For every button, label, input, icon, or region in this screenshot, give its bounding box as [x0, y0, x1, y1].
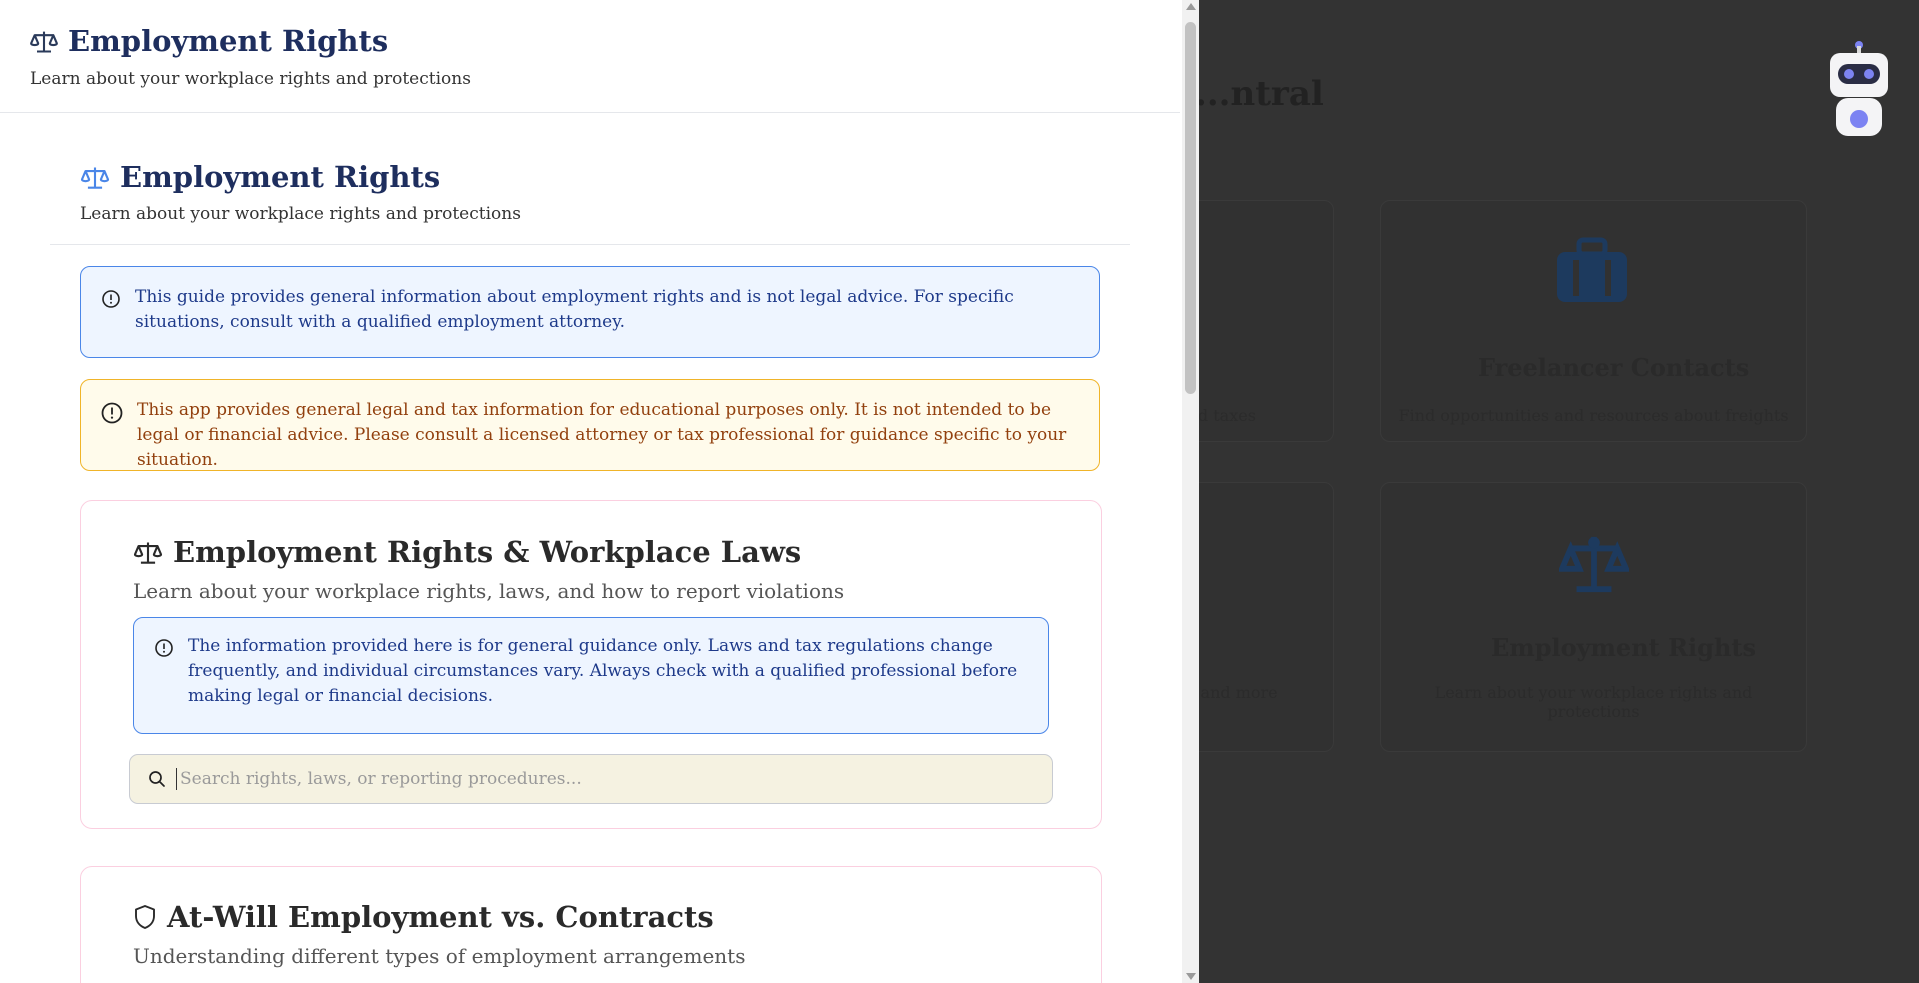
scroll-down-arrow-icon[interactable]: [1186, 973, 1196, 980]
section-subtitle: Learn about your workplace rights, laws,…: [133, 579, 845, 603]
background-card-desc: Find opportunities and resources about f…: [1398, 406, 1789, 425]
text-caret: [176, 768, 177, 790]
scrollbar-thumb[interactable]: [1185, 22, 1196, 394]
employment-rights-drawer: Employment Rights Learn about your workp…: [0, 0, 1199, 983]
drawer-scrollbar[interactable]: [1182, 0, 1199, 983]
info-alert-text: This guide provides general information …: [135, 287, 1014, 332]
search-input[interactable]: [178, 768, 1002, 790]
briefcase-icon: [1557, 237, 1627, 302]
background-card-desc: Learn about your workplace rights and pr…: [1434, 683, 1753, 721]
section-title: At-Will Employment vs. Contracts: [133, 900, 714, 934]
scale-icon: [80, 167, 110, 189]
warning-alert-text: This app provides general legal and tax …: [137, 400, 1067, 470]
info-circle-icon: [155, 639, 173, 657]
page-title: Employment Rights: [80, 160, 440, 194]
drawer-header: Employment Rights Learn about your workp…: [0, 0, 1180, 113]
background-card-title: Freelancer Contacts: [1478, 353, 1750, 382]
scale-icon: [30, 31, 58, 53]
drawer-title-text: Employment Rights: [68, 24, 389, 58]
section-card-workplace-laws: Employment Rights & Workplace Laws Learn…: [80, 500, 1102, 829]
info-circle-icon: [102, 290, 120, 308]
search-icon: [149, 771, 165, 787]
alert-circle-icon: [101, 402, 123, 424]
assistant-robot-icon[interactable]: [1828, 40, 1890, 140]
shield-icon: [135, 905, 155, 929]
scale-icon: [133, 542, 163, 564]
drawer-title: Employment Rights: [30, 24, 388, 58]
info-alert: This guide provides general information …: [80, 266, 1100, 358]
section-title-text: Employment Rights & Workplace Laws: [173, 535, 802, 569]
background-card-title: Employment Rights: [1491, 633, 1756, 662]
warning-alert: This app provides general legal and tax …: [80, 379, 1100, 471]
section-card-at-will: At-Will Employment vs. Contracts Underst…: [80, 866, 1102, 983]
scale-icon: [1559, 536, 1629, 593]
divider: [50, 244, 1130, 245]
drawer-subtitle: Learn about your workplace rights and pr…: [30, 69, 471, 89]
notice-alert-text: The information provided here is for gen…: [188, 636, 1018, 706]
scroll-up-arrow-icon[interactable]: [1186, 3, 1196, 10]
section-subtitle: Understanding different types of employm…: [133, 944, 746, 968]
page-subtitle: Learn about your workplace rights and pr…: [80, 204, 521, 224]
notice-alert: The information provided here is for gen…: [133, 617, 1049, 734]
background-heading: ...ntral: [1195, 74, 1324, 114]
background-card-employment: Employment Rights Learn about your workp…: [1380, 482, 1807, 752]
background-card-freelancer: Freelancer Contacts Find opportunities a…: [1380, 200, 1807, 442]
section-title-text: At-Will Employment vs. Contracts: [167, 900, 714, 934]
search-bar[interactable]: [129, 754, 1053, 804]
drawer-content[interactable]: Employment Rights Learn about your workp…: [0, 113, 1180, 983]
page-title-text: Employment Rights: [120, 160, 441, 194]
section-title: Employment Rights & Workplace Laws: [133, 535, 801, 569]
